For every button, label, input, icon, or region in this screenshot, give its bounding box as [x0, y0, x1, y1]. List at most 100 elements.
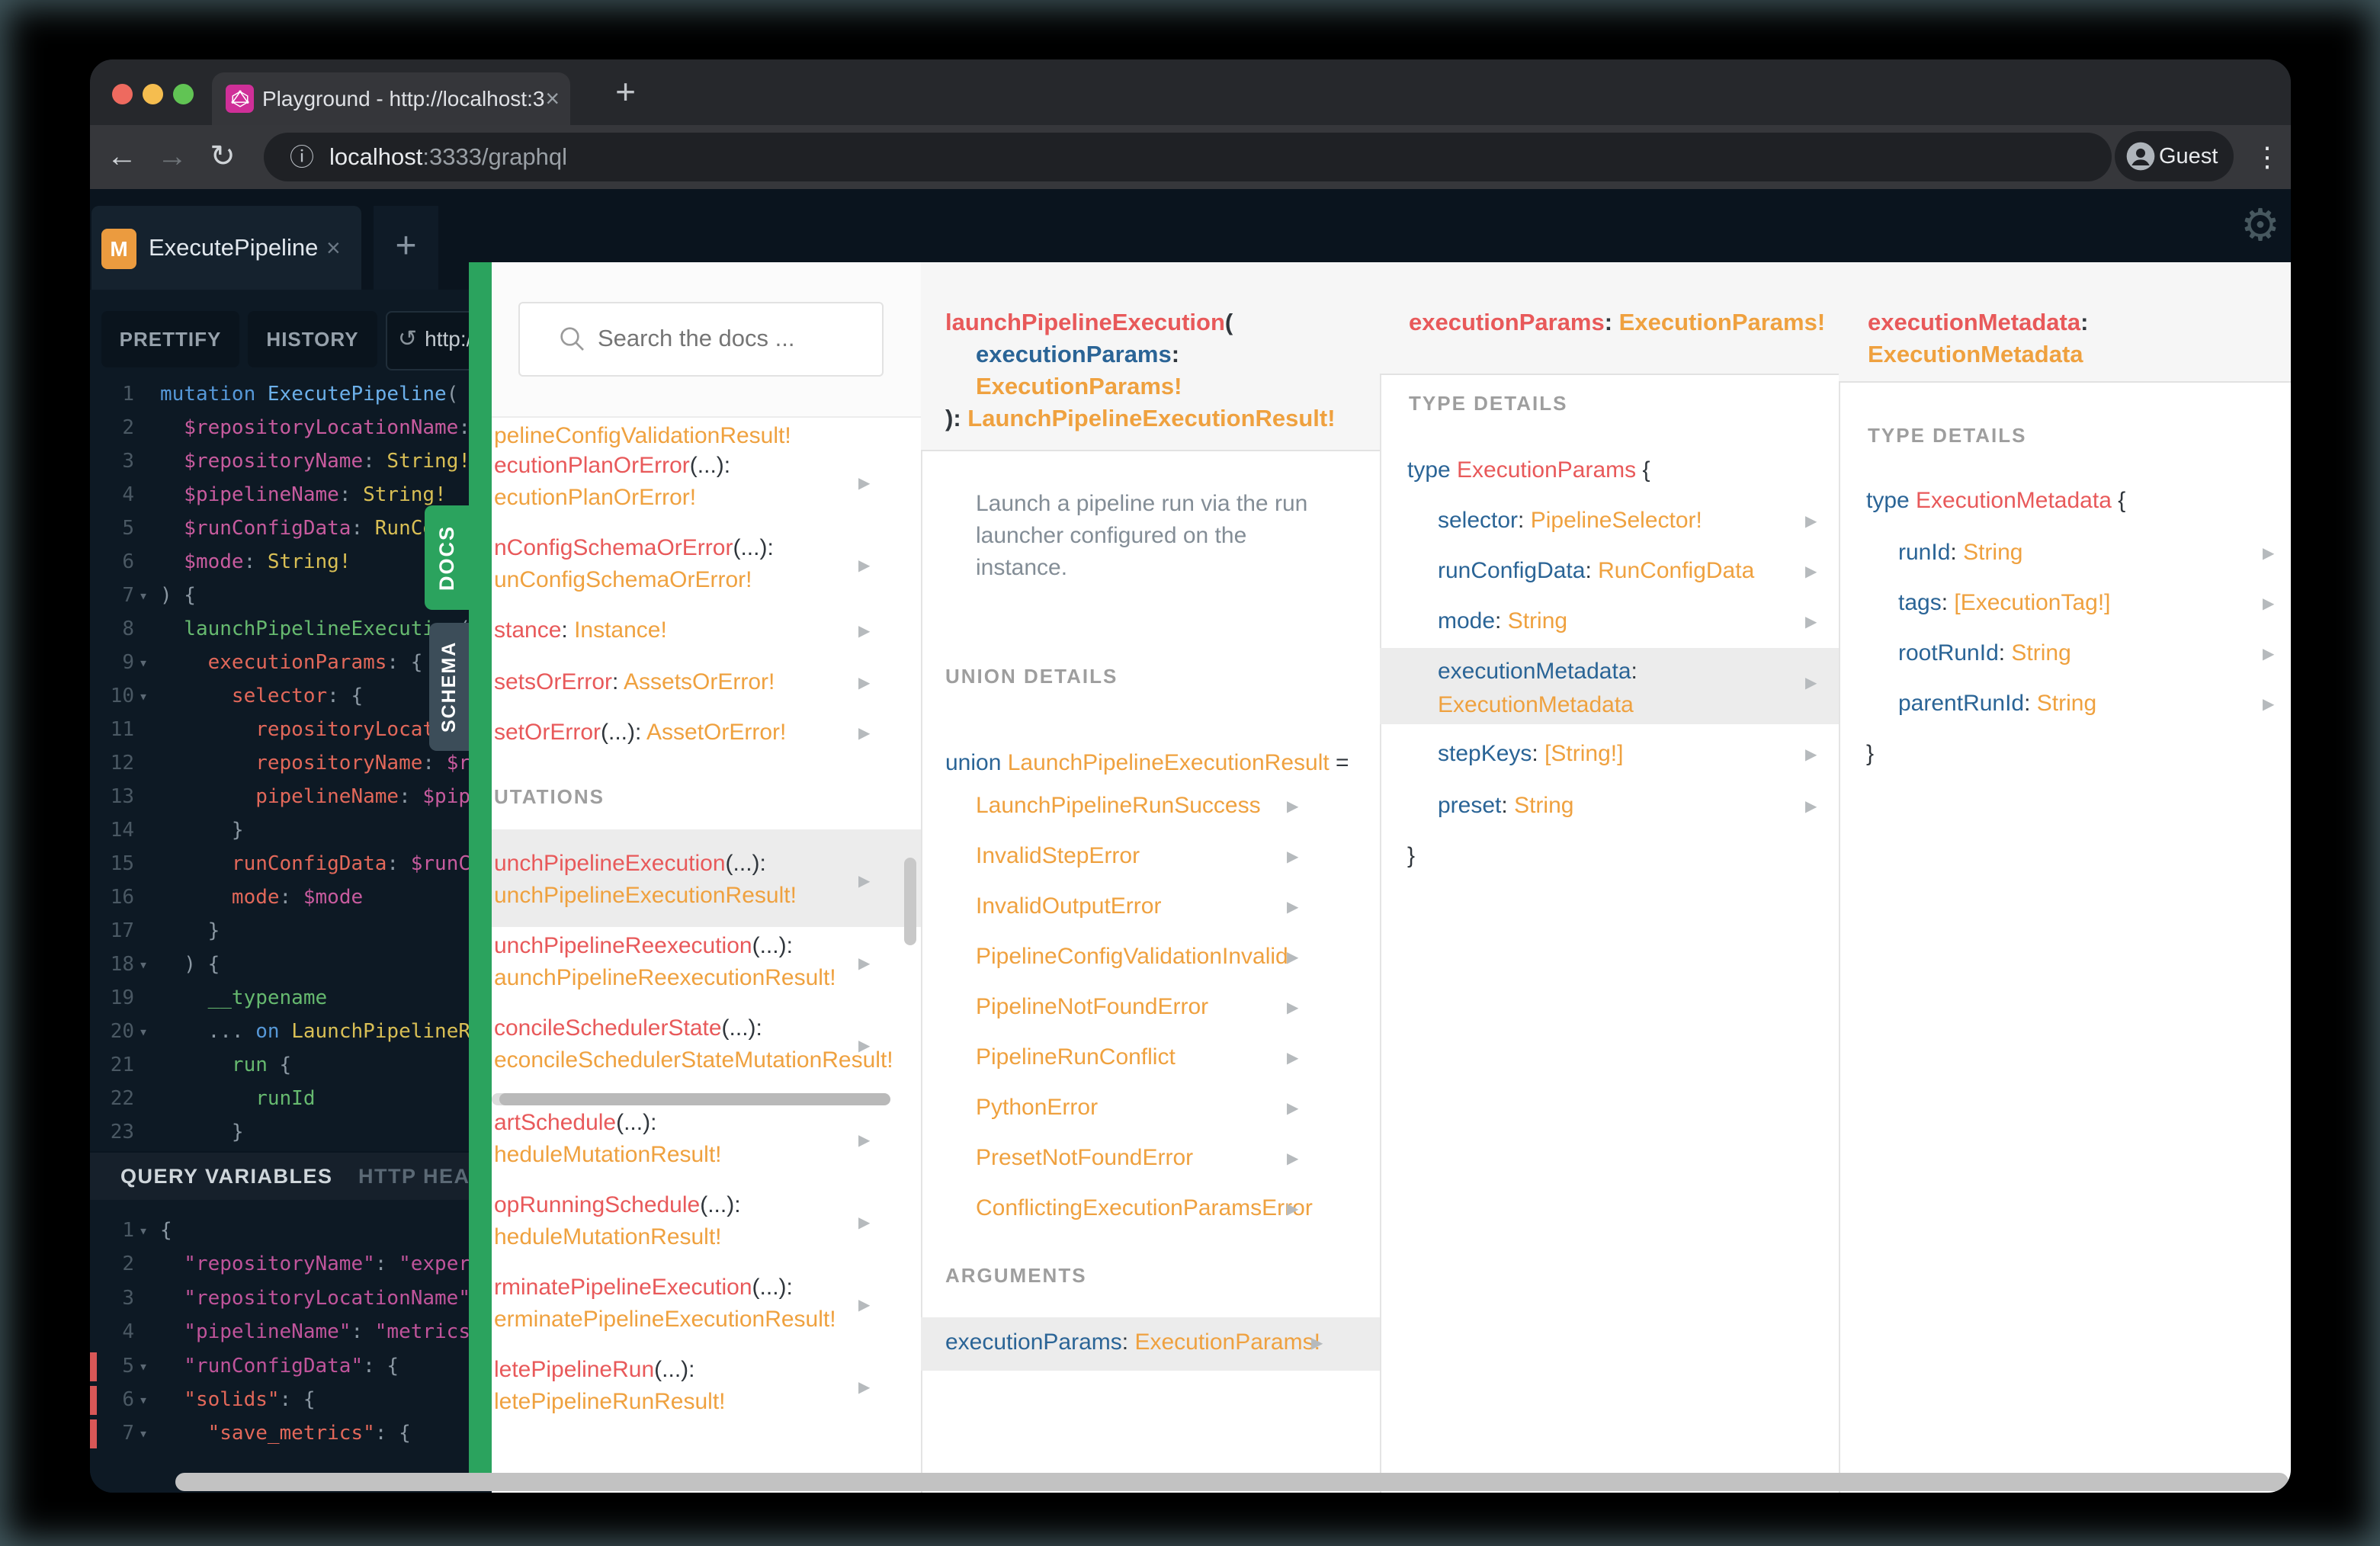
docs-field-row[interactable]: opRunningSchedule(...): [494, 1190, 741, 1220]
docs-field-type[interactable]: heduleMutationResult! [494, 1222, 722, 1253]
editor-line[interactable]: 5 ▾ "runConfigData": { [90, 1349, 492, 1383]
editor-line[interactable]: 20▾ ... on LaunchPipelineRunSuccess { [90, 1015, 492, 1048]
editor-line[interactable]: 4 "pipelineName": "metrics [90, 1315, 492, 1349]
editor-line[interactable]: 2 "repositoryName": "exper [90, 1247, 492, 1281]
site-info-icon[interactable]: ⓘ [290, 133, 314, 181]
docs-field-row[interactable]: preset: String [1438, 791, 1573, 821]
docs-field-row[interactable]: letePipelineRun(...): [494, 1355, 694, 1385]
docs-field-type[interactable]: heduleMutationResult! [494, 1140, 722, 1170]
editor-line[interactable]: 12 repositoryName: $repositoryName [90, 746, 492, 780]
editor-line[interactable]: 18 ▾ ) { [90, 948, 492, 981]
docs-field-row[interactable]: unchPipelineReexecution(...): [494, 931, 793, 961]
docs-union-member-row[interactable]: InvalidOutputError [976, 891, 1161, 922]
editor-line[interactable]: 2 $repositoryLocationName: String! [90, 411, 492, 444]
docs-field-row[interactable]: rootRunId: String [1898, 638, 2071, 669]
docs-union-member-row[interactable]: PipelineConfigValidationInvalid [976, 941, 1288, 972]
tab-schema[interactable]: SCHEMA [429, 623, 469, 751]
back-icon[interactable]: ← [101, 125, 143, 189]
docs-field-row[interactable]: stepKeys: [String!] [1438, 739, 1623, 769]
docs-field-row[interactable]: runId: String [1898, 537, 2022, 568]
editor-line[interactable]: 3 "repositoryLocationName" [90, 1281, 492, 1315]
new-tab-button[interactable]: + [599, 66, 652, 118]
docs-panel-edge[interactable] [469, 262, 492, 1491]
docs-field-type[interactable]: aunchPipelineReexecutionResult! [494, 963, 836, 993]
refresh-icon[interactable]: ↺ [398, 326, 417, 351]
docs-search-box[interactable] [518, 302, 884, 377]
browser-tab-close-icon[interactable]: × [545, 72, 560, 125]
docs-header-line: executionMetadata: [1868, 309, 2089, 335]
editor-line[interactable]: 17 } [90, 914, 492, 948]
editor-line[interactable]: 15 runConfigData: $runConfigData [90, 847, 492, 880]
tab-query-variables[interactable]: QUERY VARIABLES [120, 1153, 333, 1200]
forward-icon[interactable]: → [151, 125, 194, 189]
docs-field-type[interactable]: ExecutionMetadata [1438, 690, 1634, 720]
docs-header-line: launchPipelineExecution( [945, 309, 1233, 335]
docs-field-row[interactable]: stance: Instance! [494, 615, 667, 646]
docs-field-row[interactable]: rminatePipelineExecution(...): [494, 1272, 793, 1303]
traffic-minimize-button[interactable] [143, 84, 163, 104]
traffic-close-button[interactable] [112, 84, 133, 104]
playground-tab[interactable]: M ExecutePipeline × [91, 206, 361, 290]
playground-new-tab-button[interactable]: + [374, 206, 438, 290]
docs-field-row[interactable]: unchPipelineExecution(...): [494, 848, 766, 879]
reload-icon[interactable]: ↻ [201, 125, 244, 189]
docs-field-row[interactable]: setsOrError: AssetsOrError! [494, 667, 775, 698]
query-editor[interactable]: 1 mutation ExecutePipeline(2 $repositoryL… [90, 290, 492, 1493]
docs-field-type[interactable]: unchPipelineExecutionResult! [494, 880, 797, 911]
editor-line[interactable]: 7 ▾ "save_metrics": { [90, 1416, 492, 1450]
docs-field-type[interactable]: letePipelineRunResult! [494, 1387, 726, 1417]
editor-line[interactable]: 14 } [90, 813, 492, 847]
editor-line[interactable]: 13 pipelineName: $pipelineName [90, 780, 492, 813]
docs-field-row[interactable]: mode: String [1438, 606, 1567, 637]
traffic-zoom-button[interactable] [173, 84, 194, 104]
docs-vscrollbar-thumb[interactable] [904, 858, 916, 945]
docs-union-member-row[interactable]: PipelineRunConflict [976, 1042, 1176, 1073]
horizontal-scrollbar-thumb[interactable] [175, 1473, 2289, 1491]
editor-line[interactable]: 22 runId [90, 1082, 492, 1115]
docs-field-type[interactable]: erminatePipelineExecutionResult! [494, 1304, 836, 1335]
settings-gear-icon[interactable]: ⚙ [2234, 189, 2287, 262]
editor-line[interactable]: 21 run { [90, 1048, 492, 1082]
docs-item-partial[interactable]: pelineConfigValidationResult! [494, 421, 791, 451]
editor-line[interactable]: 3 $repositoryName: String! [90, 444, 492, 478]
editor-line[interactable]: 19 __typename [90, 981, 492, 1015]
docs-field-type[interactable]: econcileSchedulerStateMutationResult! [494, 1045, 893, 1076]
tab-docs[interactable]: DOCS [425, 505, 469, 610]
docs-union-member-row[interactable]: LaunchPipelineRunSuccess [976, 791, 1261, 821]
docs-field-row[interactable]: nConfigSchemaOrError(...): [494, 533, 774, 563]
editor-line[interactable]: 1 mutation ExecutePipeline( [90, 377, 492, 411]
docs-field-row[interactable]: executionMetadata: [1438, 656, 1637, 687]
docs-union-member-row[interactable]: PresetNotFoundError [976, 1143, 1193, 1173]
fold-arrow-icon: ▾ [139, 1357, 149, 1375]
docs-divider [1380, 262, 1381, 1493]
docs-field-row[interactable]: setOrError(...): AssetOrError! [494, 717, 786, 748]
endpoint-input[interactable]: ↺ http://loc [386, 311, 472, 370]
docs-hscrollbar-thumb[interactable] [499, 1093, 890, 1105]
address-bar[interactable]: ⓘ localhost:3333/graphql [264, 133, 2112, 181]
docs-union-member-row[interactable]: ConflictingExecutionParamsError [976, 1193, 1313, 1224]
browser-menu-icon[interactable]: ⋮ [2252, 125, 2282, 189]
editor-line[interactable]: 23 } [90, 1115, 492, 1149]
editor-line[interactable]: 6 ▾ "solids": { [90, 1383, 492, 1416]
docs-field-row[interactable]: parentRunId: String [1898, 688, 2096, 719]
docs-search-input[interactable] [596, 303, 874, 374]
docs-field-row[interactable]: selector: PipelineSelector! [1438, 505, 1702, 536]
editor-line[interactable]: 16 mode: $mode [90, 880, 492, 914]
docs-field-row[interactable]: ecutionPlanOrError(...): [494, 451, 730, 481]
docs-field-row[interactable]: artSchedule(...): [494, 1108, 656, 1138]
docs-argument-row[interactable]: executionParams: ExecutionParams! [945, 1327, 1320, 1358]
docs-union-member-row[interactable]: PipelineNotFoundError [976, 992, 1208, 1022]
playground-tab-close-icon[interactable]: × [326, 206, 341, 290]
browser-tab[interactable]: Playground - http://localhost:3 × [212, 72, 570, 125]
history-button[interactable]: HISTORY [248, 311, 377, 367]
docs-field-type[interactable]: ecutionPlanOrError! [494, 483, 696, 513]
editor-line[interactable]: 1 ▾{ [90, 1214, 492, 1247]
docs-field-row[interactable]: concileSchedulerState(...): [494, 1013, 762, 1044]
docs-field-row[interactable]: runConfigData: RunConfigData [1438, 556, 1754, 586]
prettify-button[interactable]: PRETTIFY [101, 311, 239, 367]
profile-button[interactable]: Guest [2115, 131, 2234, 181]
docs-union-member-row[interactable]: PythonError [976, 1092, 1098, 1123]
docs-field-row[interactable]: tags: [ExecutionTag!] [1898, 588, 2111, 618]
docs-union-member-row[interactable]: InvalidStepError [976, 841, 1140, 871]
docs-field-type[interactable]: unConfigSchemaOrError! [494, 565, 752, 595]
